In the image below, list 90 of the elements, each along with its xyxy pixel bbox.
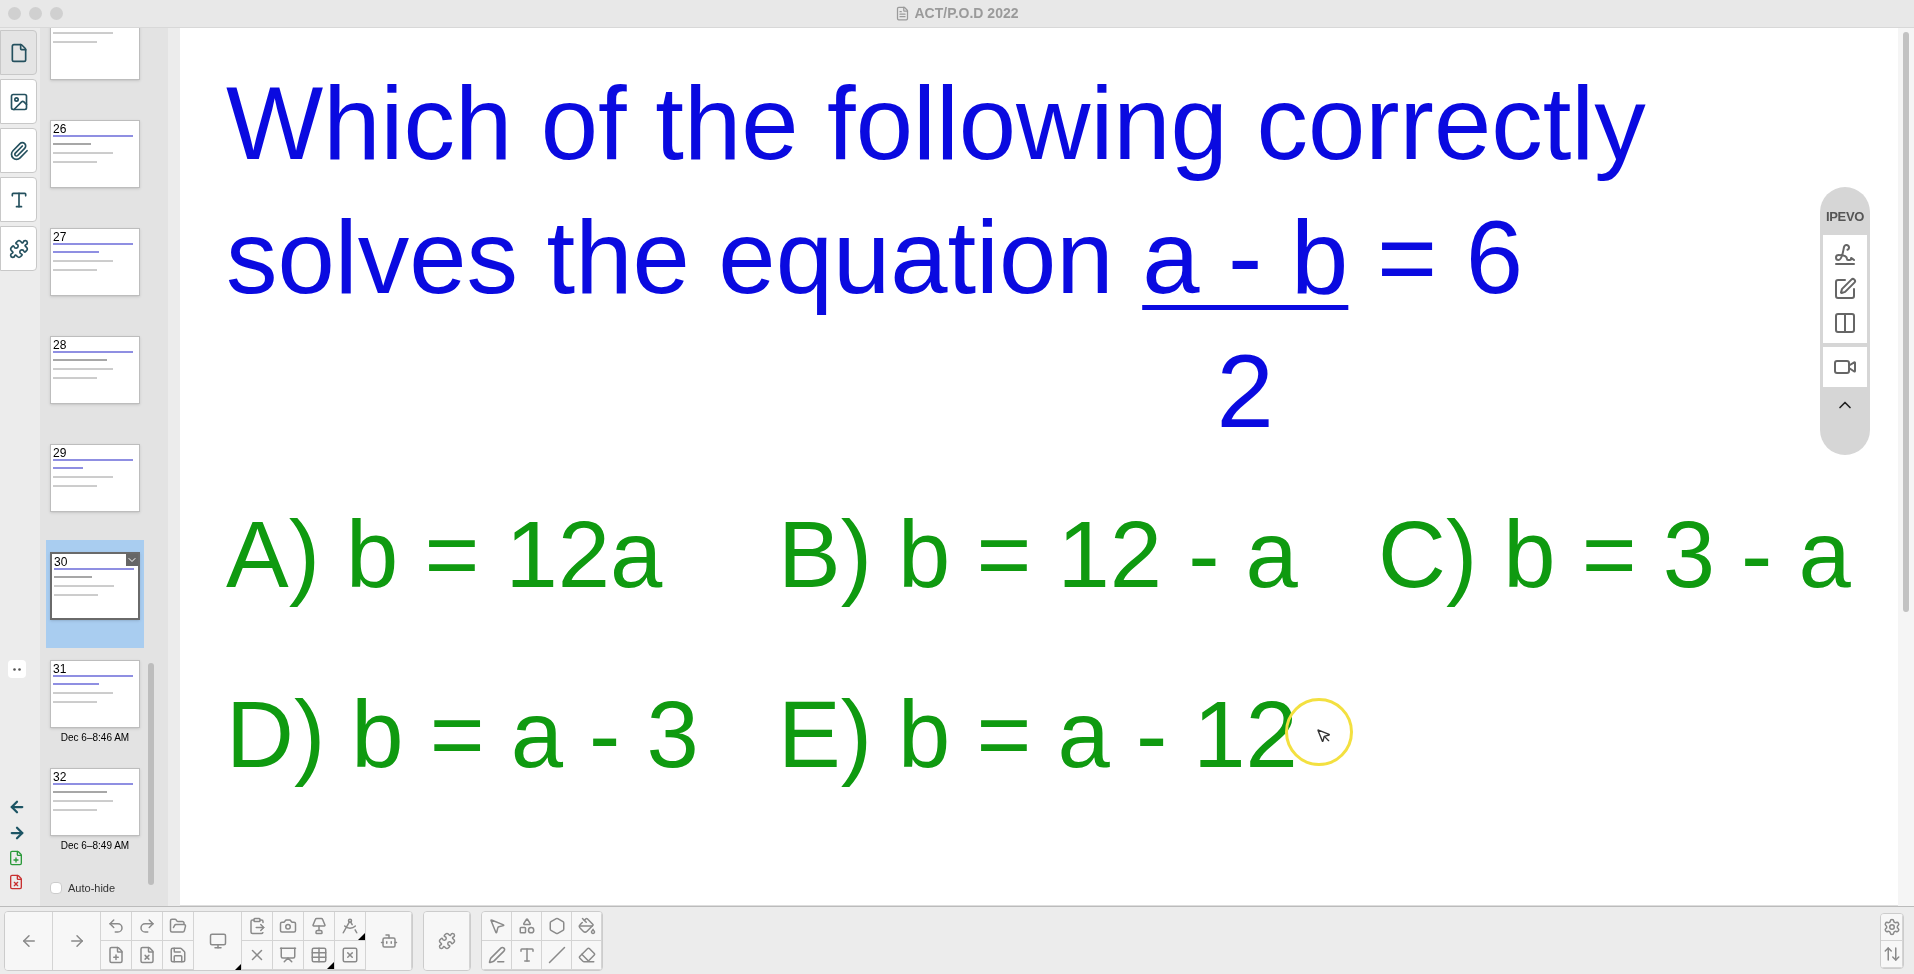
polygon-button[interactable] xyxy=(542,911,572,941)
scrollbar-thumb[interactable] xyxy=(1903,32,1909,612)
paste-button[interactable] xyxy=(242,911,273,941)
fraction-numerator: a - b xyxy=(1142,199,1349,317)
clear-icon xyxy=(341,945,359,964)
eraser-icon xyxy=(577,945,596,964)
settings-button[interactable] xyxy=(1881,913,1903,941)
answer-choice: D) b = a - 3 xyxy=(226,681,699,789)
robot-icon xyxy=(379,932,398,950)
paperclip-icon[interactable] xyxy=(0,128,37,173)
logo: IPEVO xyxy=(1825,208,1865,226)
pens-icon xyxy=(487,945,506,964)
measurement-tools-icon xyxy=(341,916,359,935)
delete-page-button[interactable] xyxy=(132,940,163,970)
text-button[interactable] xyxy=(512,940,542,970)
delete-page-icon xyxy=(138,945,156,964)
slide-thumbnail[interactable]: 30 xyxy=(50,552,140,620)
slide-thumbnail[interactable]: 28 xyxy=(50,336,140,404)
auto-hide-label: Auto-hide xyxy=(68,880,116,896)
answer-choice: E) b = a - 12 xyxy=(778,681,1298,789)
open-button[interactable] xyxy=(163,911,194,941)
image-icon[interactable] xyxy=(0,79,37,124)
document-camera-icon xyxy=(310,916,328,935)
delete-page-icon[interactable] xyxy=(8,874,24,890)
slide-thumbnail[interactable]: 29 xyxy=(50,444,140,512)
settings-icon xyxy=(1882,917,1901,936)
slide-thumbnail[interactable]: 32 xyxy=(50,768,140,836)
add-page-icon[interactable] xyxy=(8,850,24,866)
new-page-button[interactable] xyxy=(101,940,132,970)
measurement-tools-button[interactable] xyxy=(335,911,366,941)
slide-time: Dec 6–8:49 AM xyxy=(60,839,130,853)
select-button[interactable] xyxy=(482,911,512,941)
fraction-denominator: 2 xyxy=(1216,333,1274,451)
redo-icon xyxy=(138,916,156,935)
question-text: Which of the following correctly xyxy=(226,65,1647,183)
undo-button[interactable] xyxy=(101,911,132,941)
move-toolbar-button[interactable] xyxy=(1881,940,1903,968)
question-text: solves the equation xyxy=(226,199,1115,317)
text-style-icon[interactable] xyxy=(0,177,37,222)
slide-thumbnail[interactable]: 27 xyxy=(50,228,140,296)
eraser-button[interactable] xyxy=(572,940,602,970)
annotate-icon[interactable] xyxy=(1833,276,1857,301)
next-page-icon[interactable] xyxy=(8,824,26,842)
save-button[interactable] xyxy=(163,940,194,970)
dots-icon xyxy=(13,667,21,671)
equation-right-side: = 6 xyxy=(1375,199,1523,317)
screen-capture-icon xyxy=(208,932,227,950)
document-icon xyxy=(895,6,911,21)
paste-icon xyxy=(248,916,266,935)
scrollbar-thumb[interactable] xyxy=(148,663,154,885)
polygon-icon xyxy=(547,916,566,935)
text-icon xyxy=(517,945,536,964)
slide-thumbnail[interactable]: 26 xyxy=(50,120,140,188)
previous-page-icon[interactable] xyxy=(8,798,26,816)
auto-hide-checkbox[interactable] xyxy=(50,881,62,894)
open-icon xyxy=(169,916,187,935)
save-icon xyxy=(169,945,187,964)
file-icon[interactable] xyxy=(0,30,37,75)
dropdown-icon[interactable] xyxy=(126,554,138,566)
line-icon xyxy=(547,945,566,964)
fill-icon xyxy=(577,916,596,935)
slide-time: Dec 6–8:46 AM xyxy=(60,731,130,745)
add-ons-icon xyxy=(437,932,456,950)
screen-shade-icon xyxy=(279,945,297,964)
window-title: ACT/P.O.D 2022 xyxy=(914,4,1019,23)
add-ons-button[interactable] xyxy=(424,911,470,970)
split-annotate-icon[interactable] xyxy=(1833,310,1857,335)
undo-icon xyxy=(107,916,125,935)
slide-thumbnail[interactable]: 31 xyxy=(50,660,140,728)
answer-choice: B) b = 12 - a xyxy=(778,501,1298,609)
answer-choice: A) b = 12a xyxy=(226,501,663,609)
puzzle-icon[interactable] xyxy=(0,226,37,271)
select-icon xyxy=(487,916,506,935)
shapes-icon xyxy=(517,916,536,935)
answer-choice: C) b = 3 - a xyxy=(1378,501,1851,609)
delete-button[interactable] xyxy=(242,940,273,970)
camera-icon xyxy=(279,916,297,935)
more-button[interactable] xyxy=(8,660,26,678)
table-button[interactable] xyxy=(304,940,335,970)
shapes-button[interactable] xyxy=(512,911,542,941)
pens-button[interactable] xyxy=(482,940,512,970)
move-toolbar-icon xyxy=(1882,944,1901,963)
fill-button[interactable] xyxy=(572,911,602,941)
line-button[interactable] xyxy=(542,940,572,970)
table-icon xyxy=(310,945,328,964)
signature-pen-icon[interactable] xyxy=(1833,242,1857,267)
pointer-icon xyxy=(1316,728,1332,744)
redo-button[interactable] xyxy=(132,911,163,941)
new-page-icon xyxy=(107,945,125,964)
slide-thumbnail[interactable] xyxy=(50,28,140,80)
